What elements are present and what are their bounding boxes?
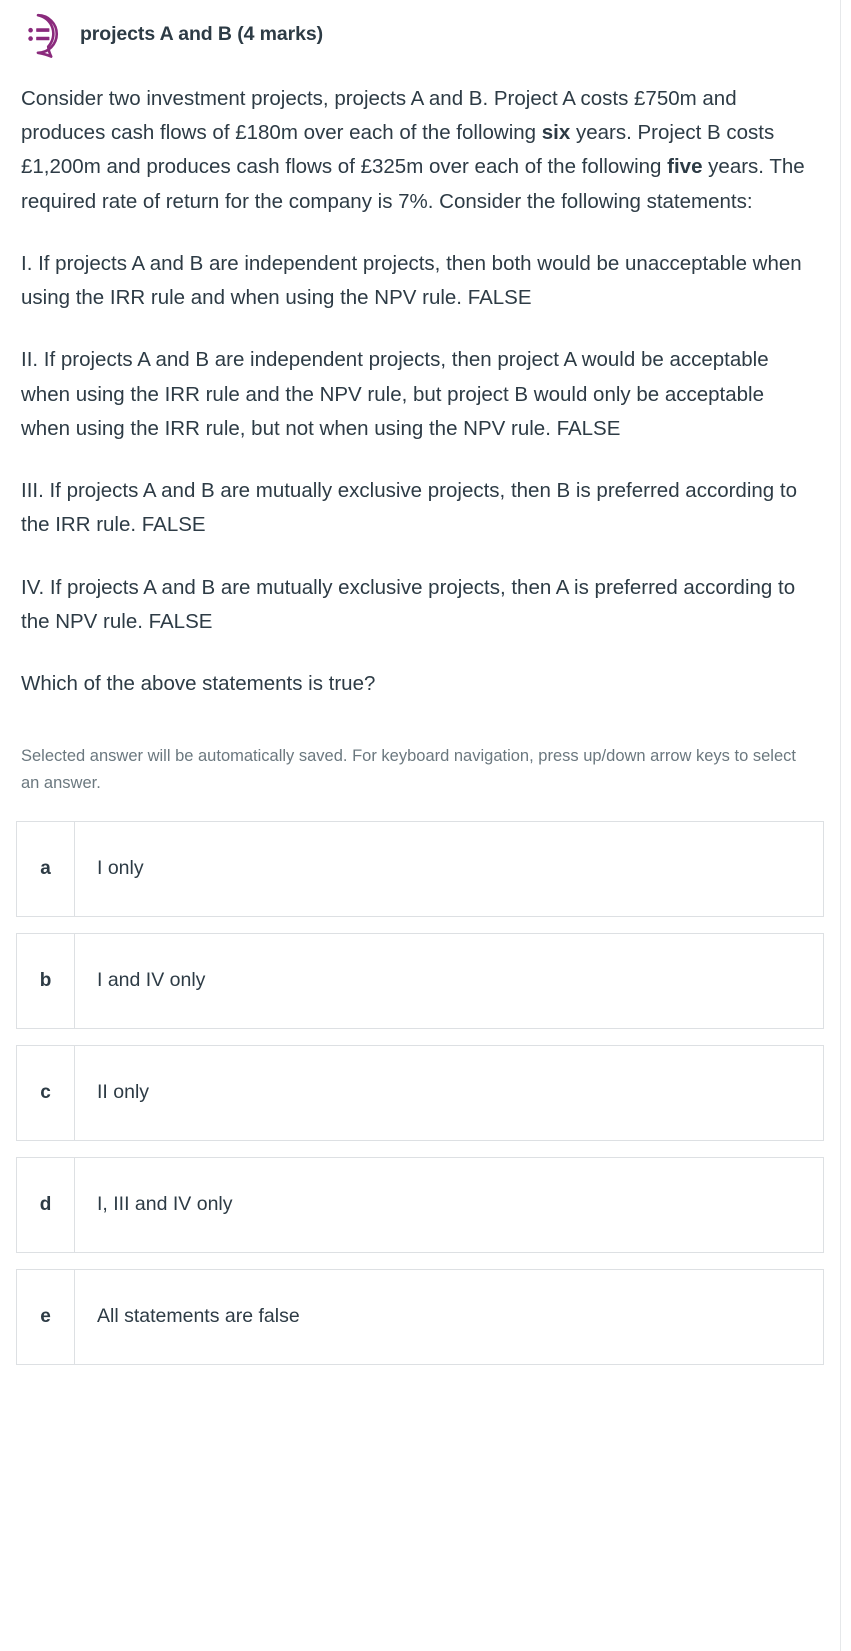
answer-option-a[interactable]: a I only: [16, 820, 824, 917]
question-header: projects A and B (4 marks): [0, 0, 840, 60]
answer-text-d: I, III and IV only: [97, 1193, 233, 1216]
multichoice-question-icon: [16, 12, 62, 58]
answer-hint-text: Selected answer will be automatically sa…: [21, 747, 796, 792]
statement-4: IV. If projects A and B are mutually exc…: [21, 575, 796, 633]
answer-letter-d: d: [17, 1157, 75, 1252]
answer-letter-e: e: [17, 1269, 75, 1364]
answer-letter-c: c: [17, 1045, 75, 1140]
answer-option-e[interactable]: e All statements are false: [16, 1268, 824, 1365]
question-body: Consider two investment projects, projec…: [0, 60, 840, 701]
answer-letter-b: b: [17, 933, 75, 1028]
answer-text-c: II only: [97, 1081, 150, 1104]
statement-1: I. If projects A and B are independent p…: [21, 251, 802, 310]
page-title: projects A and B (4 marks): [80, 23, 324, 46]
answer-option-d[interactable]: d I, III and IV only: [16, 1156, 824, 1253]
question-prompt: Which of the above statements is true?: [21, 672, 376, 696]
question-page: projects A and B (4 marks) Consider two …: [0, 0, 840, 1365]
answer-options-list: a I only b I and IV only c II only d I, …: [0, 820, 840, 1365]
answer-text-b: I and IV only: [97, 969, 206, 992]
answer-letter-a: a: [17, 821, 75, 916]
question-intro: Consider two investment projects, projec…: [21, 82, 818, 219]
statement-2: II. If projects A and B are independent …: [21, 348, 769, 440]
answer-option-b[interactable]: b I and IV only: [16, 932, 824, 1029]
intro-bold-six: six: [541, 121, 571, 145]
intro-bold-five: five: [667, 155, 703, 179]
answer-text-e: All statements are false: [97, 1305, 300, 1328]
answer-text-a: I only: [97, 857, 144, 880]
answer-option-c[interactable]: c II only: [16, 1044, 824, 1141]
statement-3: III. If projects A and B are mutually ex…: [21, 479, 797, 537]
page-right-edge: [840, 0, 841, 1651]
